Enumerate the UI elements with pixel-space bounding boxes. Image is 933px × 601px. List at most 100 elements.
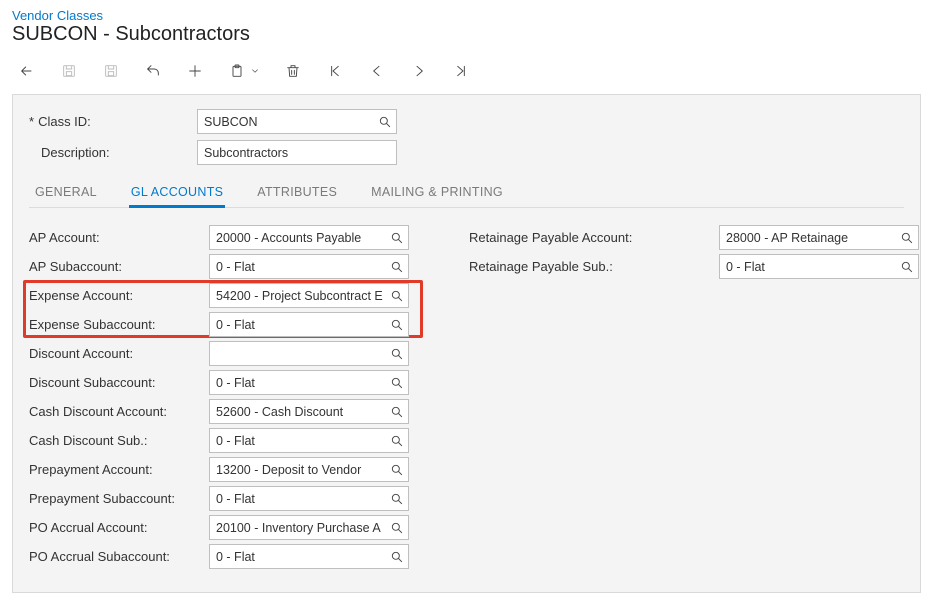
field-input[interactable] — [210, 458, 408, 481]
last-icon[interactable] — [452, 62, 470, 80]
field-label: Prepayment Account: — [29, 462, 209, 477]
field-input-wrap — [209, 457, 409, 482]
field-label: Cash Discount Account: — [29, 404, 209, 419]
field-input-wrap — [209, 486, 409, 511]
tab-mailing[interactable]: MAILING & PRINTING — [369, 179, 505, 207]
field-input[interactable] — [210, 371, 408, 394]
chevron-down-icon[interactable] — [250, 62, 260, 80]
field-label: Expense Subaccount: — [29, 317, 209, 332]
field-input-wrap — [209, 515, 409, 540]
field-label: Expense Account: — [29, 288, 209, 303]
tab-gl-accounts[interactable]: GL ACCOUNTS — [129, 179, 225, 207]
field-input[interactable] — [210, 429, 408, 452]
undo-icon[interactable] — [144, 62, 162, 80]
field-input-wrap — [209, 544, 409, 569]
page-title: SUBCON - Subcontractors — [12, 23, 921, 46]
search-icon[interactable] — [390, 260, 404, 274]
description-label: Description: — [29, 145, 197, 160]
field-input-wrap — [209, 341, 409, 366]
save-icon[interactable] — [60, 62, 78, 80]
field-row: Retainage Payable Sub.: — [469, 253, 919, 280]
field-input[interactable] — [210, 487, 408, 510]
field-input-wrap — [209, 399, 409, 424]
field-label: AP Subaccount: — [29, 259, 209, 274]
toolbar — [18, 56, 921, 94]
field-label: PO Accrual Account: — [29, 520, 209, 535]
search-icon[interactable] — [390, 521, 404, 535]
search-icon[interactable] — [390, 318, 404, 332]
field-input-wrap — [209, 370, 409, 395]
description-input[interactable] — [198, 141, 396, 164]
field-input-wrap — [209, 312, 409, 337]
field-row: Discount Account: — [29, 340, 409, 367]
field-label: PO Accrual Subaccount: — [29, 549, 209, 564]
class-id-input[interactable] — [198, 110, 396, 133]
next-icon[interactable] — [410, 62, 428, 80]
tab-general[interactable]: GENERAL — [33, 179, 99, 207]
tab-attributes[interactable]: ATTRIBUTES — [255, 179, 339, 207]
prev-icon[interactable] — [368, 62, 386, 80]
field-input-wrap — [209, 225, 409, 250]
field-input[interactable] — [210, 255, 408, 278]
search-icon[interactable] — [390, 550, 404, 564]
field-label: Cash Discount Sub.: — [29, 433, 209, 448]
field-input[interactable] — [210, 516, 408, 539]
search-icon[interactable] — [390, 347, 404, 361]
field-input-wrap — [209, 428, 409, 453]
field-row: Prepayment Subaccount: — [29, 485, 409, 512]
field-row: Retainage Payable Account: — [469, 224, 919, 251]
field-row: Cash Discount Account: — [29, 398, 409, 425]
field-row: Discount Subaccount: — [29, 369, 409, 396]
search-icon[interactable] — [390, 289, 404, 303]
field-input[interactable] — [720, 226, 918, 249]
field-input[interactable] — [210, 284, 408, 307]
search-icon[interactable] — [390, 463, 404, 477]
breadcrumb[interactable]: Vendor Classes — [12, 8, 103, 23]
field-label: Retainage Payable Sub.: — [469, 259, 719, 274]
first-icon[interactable] — [326, 62, 344, 80]
right-column: Retainage Payable Account: Retainage Paya… — [469, 224, 919, 572]
left-column: AP Account: AP Subaccount: Expense Account… — [29, 224, 409, 572]
field-row: AP Subaccount: — [29, 253, 409, 280]
search-icon[interactable] — [390, 434, 404, 448]
field-input[interactable] — [210, 400, 408, 423]
tabs: GENERAL GL ACCOUNTS ATTRIBUTES MAILING &… — [29, 179, 904, 208]
clipboard-icon[interactable] — [228, 62, 246, 80]
search-icon[interactable] — [390, 376, 404, 390]
field-input-wrap — [209, 283, 409, 308]
search-icon[interactable] — [900, 231, 914, 245]
search-icon[interactable] — [390, 405, 404, 419]
search-icon[interactable] — [378, 115, 392, 129]
field-input[interactable] — [210, 342, 408, 365]
class-id-label: Class ID: — [29, 114, 197, 129]
field-input-wrap — [719, 254, 919, 279]
search-icon[interactable] — [390, 492, 404, 506]
field-input[interactable] — [210, 226, 408, 249]
search-icon[interactable] — [900, 260, 914, 274]
field-row: Expense Subaccount: — [29, 311, 409, 338]
back-icon[interactable] — [18, 62, 36, 80]
field-input[interactable] — [210, 545, 408, 568]
field-row: PO Accrual Subaccount: — [29, 543, 409, 570]
field-input-wrap — [209, 254, 409, 279]
add-icon[interactable] — [186, 62, 204, 80]
form-panel: Class ID: Description: GENERAL GL ACCOUN… — [12, 94, 921, 593]
field-label: Retainage Payable Account: — [469, 230, 719, 245]
field-input[interactable] — [720, 255, 918, 278]
field-row: Cash Discount Sub.: — [29, 427, 409, 454]
field-label: Discount Account: — [29, 346, 209, 361]
delete-icon[interactable] — [284, 62, 302, 80]
description-input-wrap — [197, 140, 397, 165]
field-label: Prepayment Subaccount: — [29, 491, 209, 506]
field-label: Discount Subaccount: — [29, 375, 209, 390]
field-label: AP Account: — [29, 230, 209, 245]
field-input-wrap — [719, 225, 919, 250]
field-row: PO Accrual Account: — [29, 514, 409, 541]
class-id-input-wrap — [197, 109, 397, 134]
field-row: AP Account: — [29, 224, 409, 251]
save-close-icon[interactable] — [102, 62, 120, 80]
search-icon[interactable] — [390, 231, 404, 245]
field-row: Expense Account: — [29, 282, 409, 309]
field-row: Prepayment Account: — [29, 456, 409, 483]
field-input[interactable] — [210, 313, 408, 336]
